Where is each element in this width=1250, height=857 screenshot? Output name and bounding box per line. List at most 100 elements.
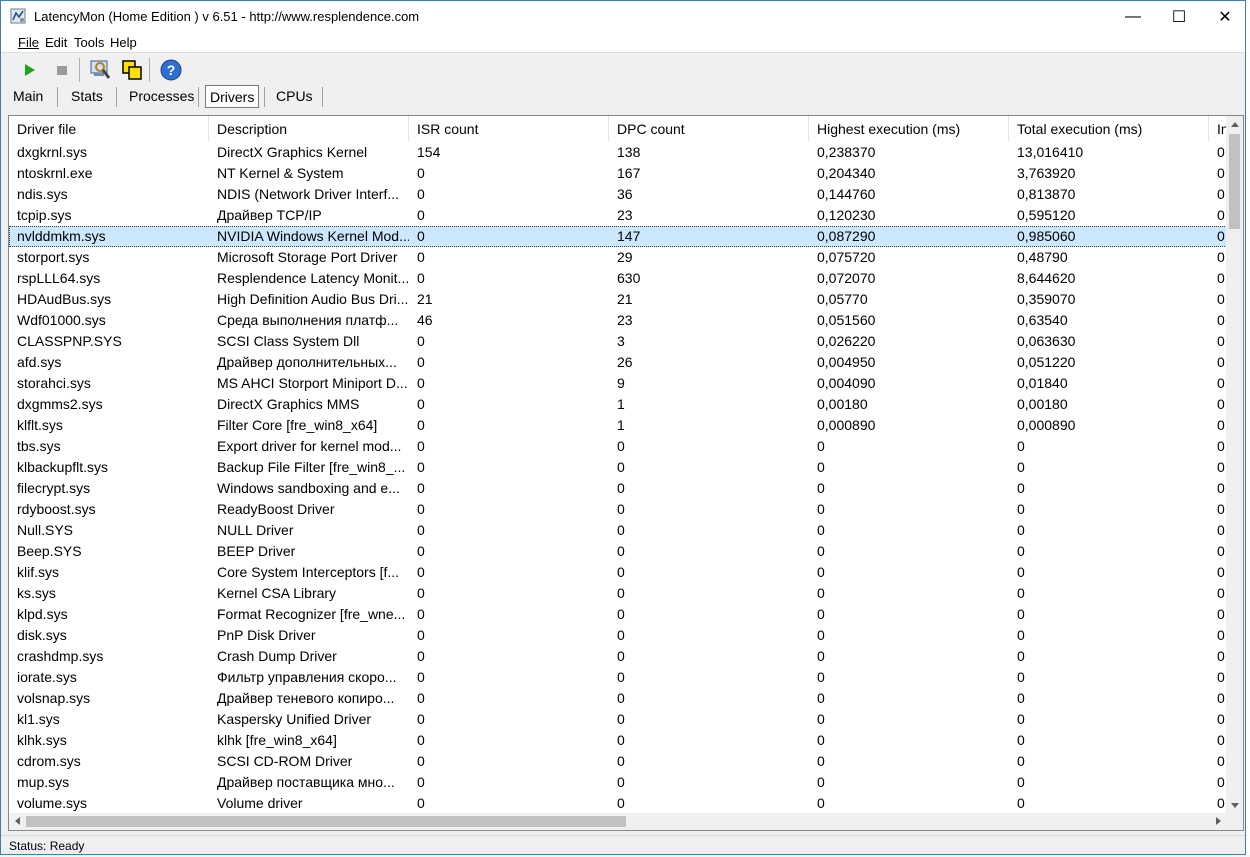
- vertical-scrollbar[interactable]: [1226, 116, 1243, 814]
- column-driver-file[interactable]: Driver file: [9, 116, 209, 142]
- table-row[interactable]: filecrypt.sys Windows sandboxing and e...…: [9, 478, 1227, 499]
- cell-dpc-count: 29: [617, 249, 633, 265]
- table-row[interactable]: Null.SYS NULL Driver 0 0 0 0 0: [9, 520, 1227, 541]
- table-row[interactable]: klbackupflt.sys Backup File Filter [fre_w…: [9, 457, 1227, 478]
- cell-highest-execution: 0,004090: [817, 375, 876, 391]
- close-button[interactable]: ✕: [1202, 1, 1245, 32]
- title-bar[interactable]: LatencyMon (Home Edition ) v 6.51 - http…: [1, 1, 1245, 32]
- scroll-right-icon[interactable]: [1216, 817, 1221, 825]
- help-button[interactable]: ?: [158, 57, 184, 83]
- column-highest-execution[interactable]: Highest execution (ms): [809, 116, 1009, 142]
- table-row[interactable]: dxgkrnl.sys DirectX Graphics Kernel 154 138…: [9, 142, 1227, 163]
- table-row[interactable]: ntoskrnl.exe NT Kernel & System 0 167 0,2043…: [9, 163, 1227, 184]
- cell-dpc-count: 0: [617, 795, 625, 811]
- scroll-down-icon[interactable]: [1231, 803, 1239, 808]
- column-description[interactable]: Description: [209, 116, 409, 142]
- table-row[interactable]: nvlddmkm.sys NVIDIA Windows Kernel Mod...…: [9, 226, 1227, 247]
- column-in[interactable]: In: [1209, 116, 1227, 142]
- minimize-button[interactable]: —: [1110, 1, 1156, 32]
- menu-edit[interactable]: Edit: [45, 35, 67, 50]
- menu-file[interactable]: File: [18, 35, 39, 50]
- cell-description: Драйвер TCP/IP: [217, 207, 322, 223]
- table-row[interactable]: rspLLL64.sys Resplendence Latency Monit..…: [9, 268, 1227, 289]
- tab-drivers[interactable]: Drivers: [205, 85, 260, 108]
- cell-isr-count: 0: [417, 354, 425, 370]
- cell-highest-execution: 0,087290: [817, 228, 876, 244]
- start-button[interactable]: [17, 57, 43, 83]
- cell-isr-count: 0: [417, 270, 425, 286]
- table-row[interactable]: cdrom.sys SCSI CD-ROM Driver 0 0 0 0 0: [9, 751, 1227, 772]
- scroll-left-icon[interactable]: [15, 817, 20, 825]
- table-row[interactable]: ks.sys Kernel CSA Library 0 0 0 0 0: [9, 583, 1227, 604]
- table-row[interactable]: CLASSPNP.SYS SCSI Class System Dll 0 3 0,026…: [9, 331, 1227, 352]
- column-dpc-count[interactable]: DPC count: [609, 116, 809, 142]
- horizontal-scroll-thumb[interactable]: [26, 816, 626, 827]
- cell-total-execution: 0,813870: [1017, 186, 1076, 202]
- svg-text:?: ?: [167, 62, 176, 78]
- tab-cpus[interactable]: CPUs: [272, 85, 317, 108]
- table-row[interactable]: tcpip.sys Драйвер TCP/IP 0 23 0,120230 0,5951…: [9, 205, 1227, 226]
- stop-button[interactable]: [49, 57, 75, 83]
- table-row[interactable]: Wdf01000.sys Среда выполнения платф... 46 2…: [9, 310, 1227, 331]
- cell-highest-execution: 0,120230: [817, 207, 876, 223]
- maximize-button[interactable]: ☐: [1156, 1, 1202, 32]
- table-row[interactable]: dxgmms2.sys DirectX Graphics MMS 0 1 0,00180…: [9, 394, 1227, 415]
- table-row[interactable]: mup.sys Драйвер поставщика мно... 0 0 0 0 0: [9, 772, 1227, 793]
- table-row[interactable]: rdyboost.sys ReadyBoost Driver 0 0 0 0 0: [9, 499, 1227, 520]
- table-row[interactable]: volume.sys Volume driver 0 0 0 0 0: [9, 793, 1227, 814]
- cell-driver-file: Wdf01000.sys: [17, 312, 106, 328]
- table-row[interactable]: volsnap.sys Драйвер теневого копиро... 0 0 0…: [9, 688, 1227, 709]
- table-row[interactable]: ndis.sys NDIS (Network Driver Interf... 0 3…: [9, 184, 1227, 205]
- table-row[interactable]: tbs.sys Export driver for kernel mod... 0 0…: [9, 436, 1227, 457]
- windows-tool-button[interactable]: [119, 57, 145, 83]
- tab-stats[interactable]: Stats: [67, 85, 107, 108]
- cell-description: DirectX Graphics MMS: [217, 396, 360, 412]
- table-row[interactable]: klhk.sys klhk [fre_win8_x64] 0 0 0 0 0: [9, 730, 1227, 751]
- menu-tools[interactable]: Tools: [74, 35, 104, 50]
- scroll-up-icon[interactable]: [1231, 122, 1239, 127]
- cell-total-execution: 0: [1017, 648, 1025, 664]
- tab-main[interactable]: Main: [9, 85, 47, 108]
- cell-description: Windows sandboxing and e...: [217, 480, 400, 496]
- table-row[interactable]: HDAudBus.sys High Definition Audio Bus Dr…: [9, 289, 1227, 310]
- cell-driver-file: kl1.sys: [17, 711, 60, 727]
- cell-driver-file: ndis.sys: [17, 186, 68, 202]
- cell-dpc-count: 630: [617, 270, 641, 286]
- cell-total-execution: 0: [1017, 732, 1025, 748]
- cell-highest-execution: 0: [817, 564, 825, 580]
- cell-highest-execution: 0: [817, 480, 825, 496]
- status-bar: Status: Ready: [1, 835, 1245, 854]
- drivers-table: Driver file Description ISR count DPC co…: [8, 115, 1244, 831]
- cell-total-execution: 0: [1017, 774, 1025, 790]
- table-row[interactable]: kl1.sys Kaspersky Unified Driver 0 0 0 0 0: [9, 709, 1227, 730]
- table-row[interactable]: afd.sys Драйвер дополнительных... 0 26 0,004…: [9, 352, 1227, 373]
- table-row[interactable]: storahci.sys MS AHCI Storport Miniport D.…: [9, 373, 1227, 394]
- cell-total-execution: 13,016410: [1017, 144, 1084, 160]
- table-row[interactable]: iorate.sys Фильтр управления скоро... 0 0 0 0…: [9, 667, 1227, 688]
- cell-description: Volume driver: [217, 795, 303, 811]
- cell-highest-execution: 0: [817, 795, 825, 811]
- table-row[interactable]: klflt.sys Filter Core [fre_win8_x64] 0 1 0,0…: [9, 415, 1227, 436]
- table-row[interactable]: klpd.sys Format Recognizer [fre_wne... 0 0 0…: [9, 604, 1227, 625]
- table-row[interactable]: klif.sys Core System Interceptors [f... 0 0…: [9, 562, 1227, 583]
- menu-help[interactable]: Help: [110, 35, 137, 50]
- cell-isr-count: 0: [417, 648, 425, 664]
- cell-isr-count: 0: [417, 627, 425, 643]
- table-row[interactable]: storport.sys Microsoft Storage Port Drive…: [9, 247, 1227, 268]
- column-isr-count[interactable]: ISR count: [409, 116, 609, 142]
- cell-total-execution: 0: [1017, 522, 1025, 538]
- table-row[interactable]: Beep.SYS BEEP Driver 0 0 0 0 0: [9, 541, 1227, 562]
- processes-tool-button[interactable]: [87, 57, 113, 83]
- table-row[interactable]: disk.sys PnP Disk Driver 0 0 0 0 0: [9, 625, 1227, 646]
- cell-driver-file: storport.sys: [17, 249, 90, 265]
- cell-isr-count: 0: [417, 732, 425, 748]
- table-body: dxgkrnl.sys DirectX Graphics Kernel 154 138…: [9, 142, 1227, 814]
- horizontal-scrollbar[interactable]: [9, 813, 1227, 830]
- cell-description: Среда выполнения платф...: [217, 312, 399, 328]
- table-row[interactable]: crashdmp.sys Crash Dump Driver 0 0 0 0 0: [9, 646, 1227, 667]
- tab-processes[interactable]: Processes: [125, 85, 198, 108]
- vertical-scroll-thumb[interactable]: [1229, 134, 1240, 229]
- cell-total-execution: 0,063630: [1017, 333, 1076, 349]
- cell-description: High Definition Audio Bus Dri...: [217, 291, 409, 307]
- column-total-execution[interactable]: Total execution (ms): [1009, 116, 1209, 142]
